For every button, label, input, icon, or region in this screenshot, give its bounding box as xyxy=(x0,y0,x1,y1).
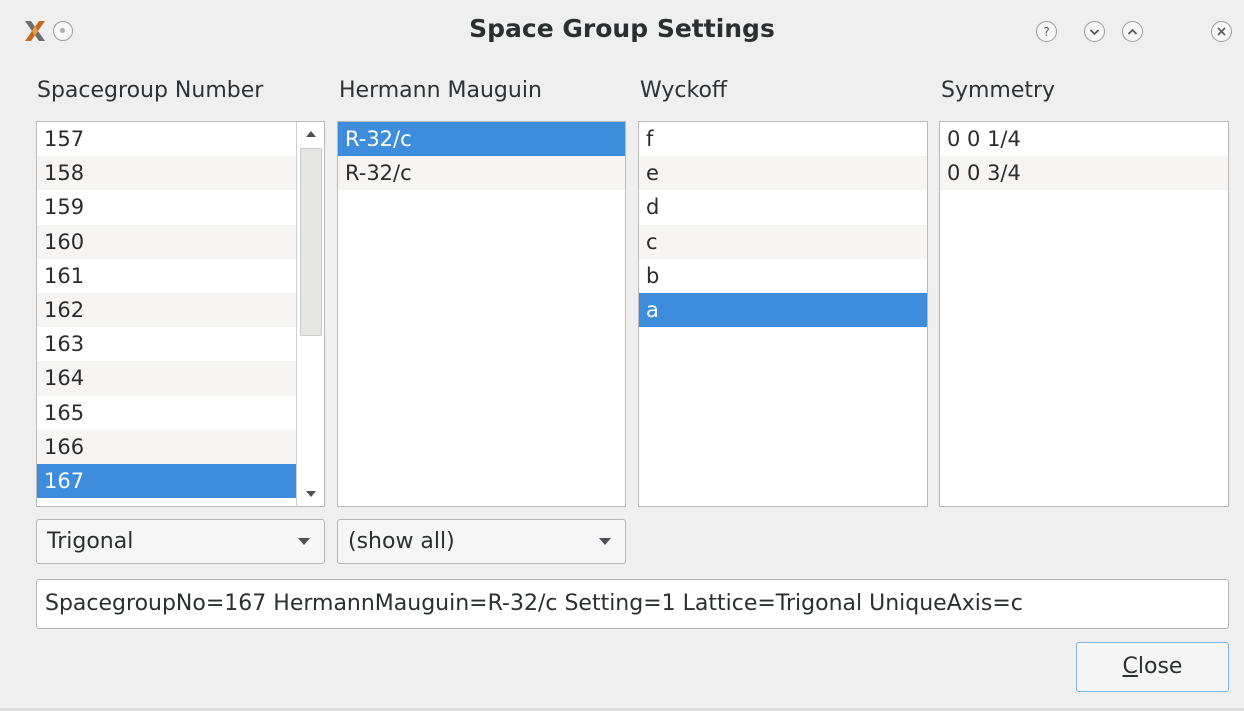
list-item[interactable]: c xyxy=(639,224,927,259)
spacegroup-number-list[interactable]: 157 158 159 160 161 162 163 164 165 166 … xyxy=(36,121,325,507)
crystal-system-value: Trigonal xyxy=(47,529,134,554)
maximize-button[interactable] xyxy=(1122,21,1143,42)
wyckoff-list[interactable]: f e d c b a xyxy=(638,121,928,507)
list-item[interactable]: 158 xyxy=(37,156,297,191)
scrollbar-thumb[interactable] xyxy=(300,148,322,336)
list-item[interactable]: 166 xyxy=(37,429,297,464)
triangle-down-icon xyxy=(306,491,316,497)
close-button-mnemonic: C xyxy=(1122,654,1138,679)
list-item[interactable]: e xyxy=(639,156,927,191)
summary-text: SpacegroupNo=167 HermannMauguin=R-32/c S… xyxy=(45,591,1023,616)
triangle-up-icon xyxy=(306,131,316,137)
list-item-selected[interactable]: R-32/c xyxy=(338,122,625,157)
list-item[interactable]: 164 xyxy=(37,361,297,396)
symmetry-list[interactable]: 0 0 1/4 0 0 3/4 xyxy=(939,121,1229,507)
spacegroup-summary-field[interactable]: SpacegroupNo=167 HermannMauguin=R-32/c S… xyxy=(36,579,1229,629)
minimize-button[interactable] xyxy=(1084,21,1105,42)
list-item-selected[interactable]: 167 xyxy=(37,463,297,499)
close-button[interactable]: Close xyxy=(1076,642,1229,692)
dropdown-arrow-icon xyxy=(298,538,310,545)
list-item[interactable]: 157 xyxy=(37,122,297,156)
close-button-label: lose xyxy=(1137,654,1183,679)
help-button[interactable]: ? xyxy=(1036,21,1057,42)
setting-filter-value: (show all) xyxy=(348,529,455,554)
wyckoff-label: Wyckoff xyxy=(640,78,728,103)
title-bar: Space Group Settings ? xyxy=(0,0,1244,62)
list-item[interactable]: b xyxy=(639,259,927,293)
list-item[interactable]: 161 xyxy=(37,259,297,293)
list-item[interactable]: 0 0 3/4 xyxy=(940,156,1228,191)
spacegroup-number-label: Spacegroup Number xyxy=(37,78,264,103)
chevron-up-icon xyxy=(1127,28,1138,35)
dropdown-arrow-icon xyxy=(599,538,611,545)
list-item[interactable]: 160 xyxy=(37,224,297,259)
crystal-system-dropdown[interactable]: Trigonal xyxy=(36,519,325,564)
list-item[interactable]: d xyxy=(639,190,927,224)
chevron-down-icon xyxy=(1089,28,1100,35)
scroll-down-button[interactable] xyxy=(302,485,320,503)
window-title: Space Group Settings xyxy=(469,14,775,43)
spacegroup-list-scrollbar[interactable] xyxy=(296,122,324,506)
list-item[interactable]: 163 xyxy=(37,327,297,361)
list-item[interactable]: 159 xyxy=(37,190,297,224)
close-icon xyxy=(1217,27,1226,36)
close-window-button[interactable] xyxy=(1211,21,1232,42)
hermann-mauguin-label: Hermann Mauguin xyxy=(339,78,542,103)
list-item[interactable]: 0 0 1/4 xyxy=(940,122,1228,156)
list-item[interactable]: f xyxy=(639,122,927,156)
list-item[interactable]: R-32/c xyxy=(338,156,625,191)
list-item[interactable]: 165 xyxy=(37,396,297,430)
hermann-mauguin-list[interactable]: R-32/c R-32/c xyxy=(337,121,626,507)
symmetry-label: Symmetry xyxy=(941,78,1056,103)
list-item-selected[interactable]: a xyxy=(639,292,927,328)
question-mark-icon: ? xyxy=(1043,24,1050,39)
scroll-up-button[interactable] xyxy=(302,125,320,143)
setting-filter-dropdown[interactable]: (show all) xyxy=(337,519,626,564)
list-item[interactable]: 162 xyxy=(37,292,297,328)
